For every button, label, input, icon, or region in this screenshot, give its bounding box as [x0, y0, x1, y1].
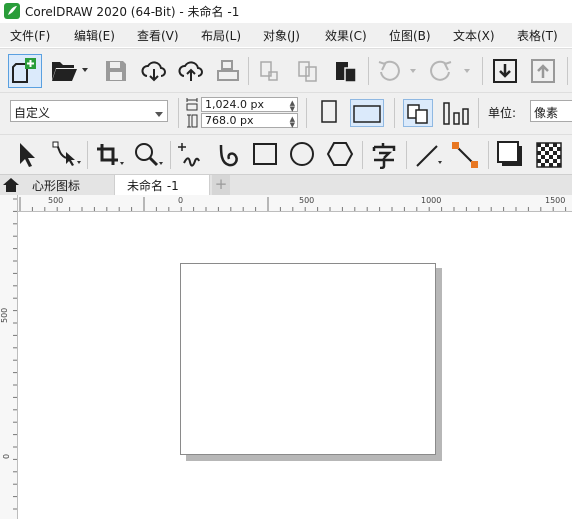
import-icon[interactable] — [492, 58, 518, 84]
menu-layout[interactable]: 布局(L) — [201, 27, 241, 44]
page-preset-dropdown[interactable]: 自定义 — [10, 100, 168, 122]
coreldraw-logo-icon — [4, 3, 20, 19]
toolbar-separator — [567, 57, 568, 85]
text-tool-icon[interactable] — [370, 141, 398, 169]
vertical-ruler[interactable]: 500 0 — [0, 195, 18, 519]
toolbar-separator — [87, 141, 88, 169]
ruler-label: 1500 — [545, 196, 566, 205]
toolbar-separator — [406, 141, 407, 169]
menu-object[interactable]: 对象(J) — [263, 27, 300, 44]
print-icon[interactable] — [216, 59, 240, 83]
units-label: 单位: — [488, 106, 517, 120]
page-height-value: 768.0 px — [205, 114, 254, 127]
page-preset-value: 自定义 — [14, 106, 51, 120]
window-title: CorelDRAW 2020 (64-Bit) - 未命名 -1 — [25, 5, 240, 19]
tab-heart-icon-doc[interactable]: 心形图标 — [22, 175, 114, 195]
current-page-icon[interactable] — [441, 99, 471, 127]
line-tool-icon[interactable] — [414, 141, 444, 169]
page-width-input[interactable]: 1,024.0 px ▲ ▼ — [201, 97, 298, 113]
toolbar-separator — [248, 57, 249, 85]
drawing-page[interactable] — [180, 263, 436, 455]
portrait-orientation-icon[interactable] — [318, 100, 340, 124]
title-bar: CorelDRAW 2020 (64-Bit) - 未命名 -1 — [0, 0, 572, 22]
add-tab-button[interactable]: + — [212, 175, 230, 195]
ruler-label: 0 — [2, 453, 11, 459]
crop-tool-icon[interactable] — [95, 142, 125, 168]
paste-icon[interactable] — [333, 58, 359, 84]
ruler-label: 500 — [0, 307, 9, 323]
cut-icon[interactable] — [258, 60, 280, 82]
menu-text[interactable]: 文本(X) — [453, 27, 495, 44]
save-icon[interactable] — [104, 59, 128, 83]
new-document-button[interactable] — [8, 54, 42, 88]
rectangle-tool-icon[interactable] — [252, 141, 278, 167]
ruler-label: 1000 — [421, 196, 442, 205]
shape-tool-icon[interactable] — [50, 140, 82, 168]
toolbar-separator — [482, 57, 483, 85]
toolbar-separator — [478, 98, 479, 128]
toolbar-separator — [178, 98, 179, 128]
pick-tool-icon[interactable] — [14, 140, 38, 168]
transparency-tool-icon[interactable] — [535, 141, 563, 169]
toolbar-separator — [488, 141, 489, 169]
page-height-input[interactable]: 768.0 px ▲ ▼ — [201, 113, 298, 129]
cloud-download-icon[interactable] — [141, 60, 167, 82]
units-dropdown[interactable]: 像素 — [530, 100, 572, 122]
menu-table[interactable]: 表格(T) — [517, 27, 558, 44]
menu-bar: 文件(F) 编辑(E) 查看(V) 布局(L) 对象(J) 效果(C) 位图(B… — [0, 23, 572, 47]
toolbar-separator — [170, 141, 171, 169]
ruler-label: 500 — [48, 196, 64, 205]
open-folder-icon[interactable] — [50, 58, 90, 82]
spin-arrows-icon[interactable]: ▲ ▼ — [290, 100, 295, 113]
polygon-tool-icon[interactable] — [326, 141, 354, 167]
copy-icon[interactable] — [296, 60, 320, 82]
landscape-orientation-icon[interactable] — [350, 99, 384, 127]
standard-toolbar — [0, 48, 572, 93]
menu-view[interactable]: 查看(V) — [137, 27, 179, 44]
export-icon[interactable] — [530, 58, 556, 84]
page-width-icon — [186, 97, 198, 111]
ruler-label: 0 — [178, 196, 184, 205]
toolbar-separator — [368, 57, 369, 85]
undo-icon[interactable] — [376, 60, 420, 82]
ellipse-tool-icon[interactable] — [288, 141, 316, 167]
tab-untitled-1[interactable]: 未命名 -1 — [114, 175, 210, 195]
menu-bitmaps[interactable]: 位图(B) — [389, 27, 431, 44]
page-height-icon — [186, 114, 198, 128]
redo-icon[interactable] — [428, 60, 476, 82]
menu-edit[interactable]: 编辑(E) — [74, 27, 115, 44]
document-tab-bar: 心形图标 未命名 -1 + — [0, 174, 572, 195]
page-width-value: 1,024.0 px — [205, 98, 264, 111]
toolbox — [0, 134, 572, 175]
menu-file[interactable]: 文件(F) — [10, 27, 50, 44]
spin-arrows-icon[interactable]: ▲ ▼ — [290, 116, 295, 129]
freehand-tool-icon[interactable] — [176, 141, 208, 169]
ruler-label: 500 — [299, 196, 315, 205]
units-value: 像素 — [534, 106, 559, 120]
toolbar-separator — [394, 98, 395, 128]
drop-shadow-tool-icon[interactable] — [496, 140, 528, 170]
artistic-media-tool-icon[interactable] — [217, 141, 245, 169]
home-icon[interactable] — [0, 175, 22, 195]
horizontal-ruler[interactable]: 500 0 500 1000 1500 — [18, 195, 572, 212]
toolbar-separator — [306, 98, 307, 128]
zoom-tool-icon[interactable] — [132, 141, 164, 169]
connector-tool-icon[interactable] — [450, 140, 480, 170]
cloud-upload-icon[interactable] — [178, 60, 204, 82]
tab-label: 心形图标 — [32, 179, 81, 193]
tab-label: 未命名 -1 — [127, 179, 179, 193]
chevron-down-icon — [155, 107, 163, 121]
toolbar-separator — [362, 141, 363, 169]
all-pages-icon[interactable] — [403, 99, 433, 127]
menu-effects[interactable]: 效果(C) — [325, 27, 367, 44]
